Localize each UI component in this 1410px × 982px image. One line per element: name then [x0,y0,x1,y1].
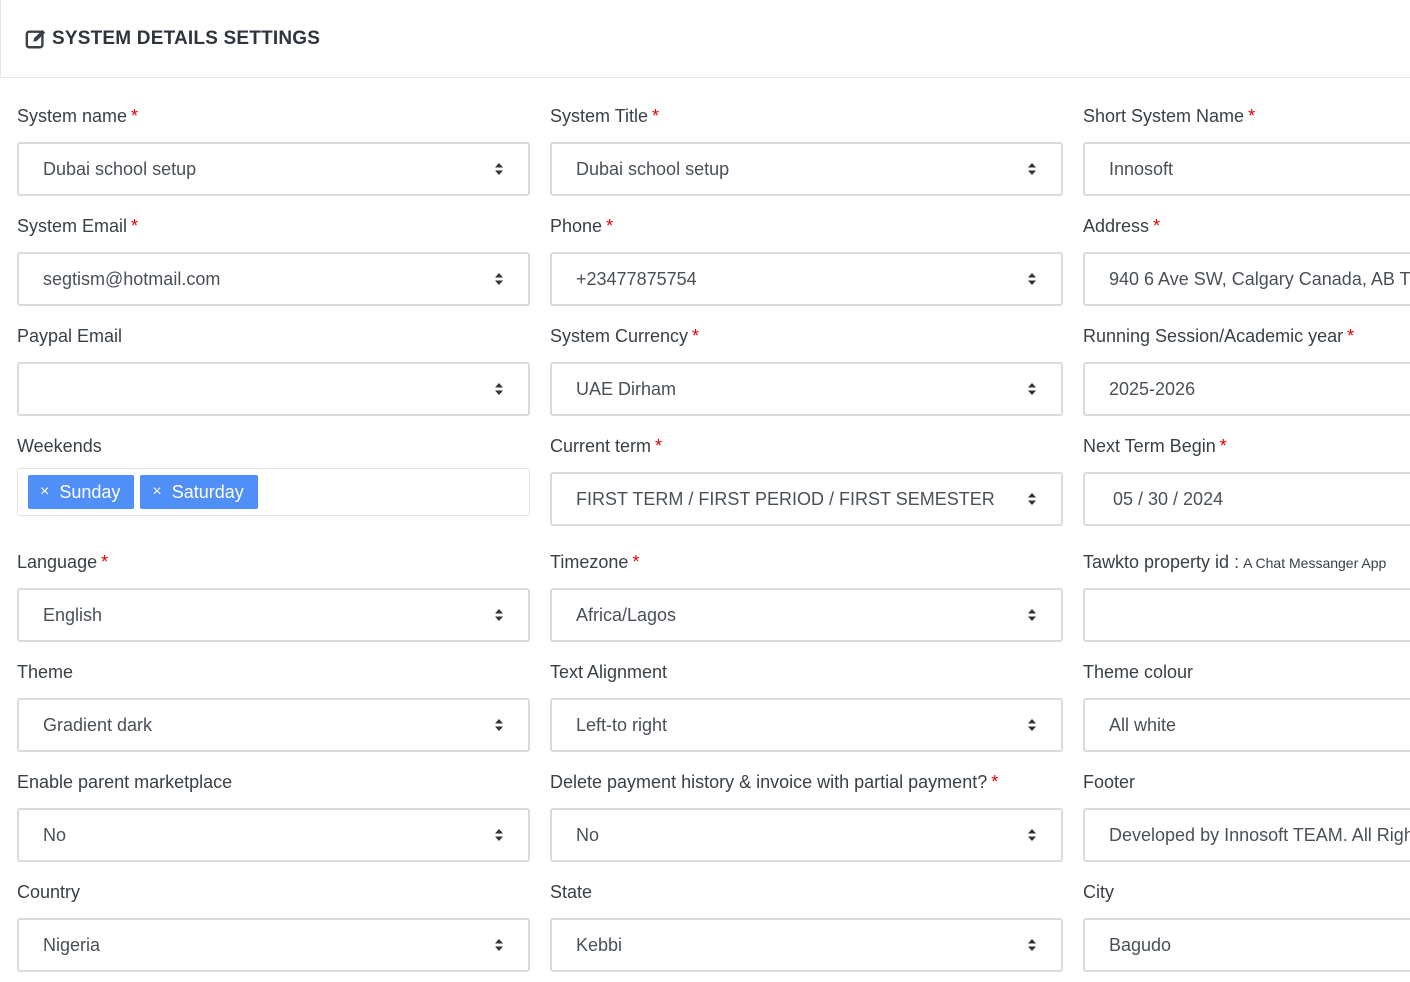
paypal-email-group: Paypal Email [17,324,530,416]
currency-select[interactable]: UAE Dirham [550,362,1063,416]
select-arrows-icon [495,609,503,621]
remove-tag-icon[interactable]: × [40,483,49,501]
timezone-label: Timezone * [550,552,640,572]
city-input[interactable]: Bagudo [1083,918,1410,972]
tawkto-label: Tawkto property id :A Chat Messanger App [1083,552,1387,572]
phone-group: Phone * +23477875754 [550,214,1063,306]
weekend-tag-sunday: × Sunday [28,475,135,509]
select-arrows-icon [495,829,503,841]
system-title-group: System Title * Dubai school setup [550,104,1063,196]
phone-label: Phone * [550,216,614,236]
parent-marketplace-label: Enable parent marketplace [17,772,233,792]
short-name-group: Short System Name * Innosoft [1083,104,1410,196]
page-title: SYSTEM DETAILS SETTINGS [52,27,321,49]
edit-icon [25,29,46,48]
state-label: State [550,882,593,902]
select-arrows-icon [495,939,503,951]
select-arrows-icon [495,273,503,285]
footer-input[interactable]: Developed by Innosoft TEAM. All Righ [1083,808,1410,862]
remove-tag-icon[interactable]: × [152,483,161,501]
theme-select[interactable]: Gradient dark [17,698,530,752]
select-arrows-icon [1028,383,1036,395]
select-arrows-icon [1028,163,1036,175]
paypal-email-label: Paypal Email [17,326,123,346]
system-email-group: System Email * segtism@hotmail.com [17,214,530,306]
country-group: Country Nigeria [17,880,530,972]
address-label: Address * [1083,216,1161,236]
timezone-select[interactable]: Africa/Lagos [550,588,1063,642]
parent-marketplace-select[interactable]: No [17,808,530,862]
footer-group: Footer Developed by Innosoft TEAM. All R… [1083,770,1410,862]
select-arrows-icon [1028,719,1036,731]
theme-group: Theme Gradient dark [17,660,530,752]
system-name-select[interactable]: Dubai school setup [17,142,530,196]
session-label: Running Session/Academic year * [1083,326,1355,346]
currency-label: System Currency * [550,326,700,346]
currency-group: System Currency * UAE Dirham [550,324,1063,416]
current-term-group: Current term * FIRST TERM / FIRST PERIOD … [550,434,1063,526]
session-input[interactable]: 2025-2026 [1083,362,1410,416]
language-select[interactable]: English [17,588,530,642]
next-term-date-input[interactable]: 05 / 30 / 2024 [1083,472,1410,526]
weekend-tag-saturday: × Saturday [140,475,258,509]
select-arrows-icon [495,719,503,731]
theme-colour-group: Theme colour All white [1083,660,1410,752]
text-alignment-label: Text Alignment [550,662,668,682]
tawkto-group: Tawkto property id :A Chat Messanger App [1083,550,1410,642]
parent-marketplace-group: Enable parent marketplace No [17,770,530,862]
language-label: Language * [17,552,109,572]
system-name-group: System name * Dubai school setup [17,104,530,196]
short-name-label: Short System Name * [1083,106,1256,126]
delete-payment-select[interactable]: No [550,808,1063,862]
state-select[interactable]: Kebbi [550,918,1063,972]
next-term-group: Next Term Begin * 05 / 30 / 2024 [1083,434,1410,526]
select-arrows-icon [1028,829,1036,841]
short-name-input[interactable]: Innosoft [1083,142,1410,196]
select-arrows-icon [1028,609,1036,621]
select-arrows-icon [1028,493,1036,505]
system-email-label: System Email * [17,216,139,236]
card-header: SYSTEM DETAILS SETTINGS [0,0,1410,78]
city-label: City [1083,882,1114,902]
delete-payment-group: Delete payment history & invoice with pa… [550,770,1063,862]
system-title-label: System Title * [550,106,660,126]
system-title-select[interactable]: Dubai school setup [550,142,1063,196]
country-label: Country [17,882,81,902]
current-term-label: Current term * [550,436,663,456]
phone-select[interactable]: +23477875754 [550,252,1063,306]
next-term-label: Next Term Begin * [1083,436,1227,456]
language-group: Language * English [17,550,530,642]
theme-colour-select[interactable]: All white [1083,698,1410,752]
address-group: Address * 940 6 Ave SW, Calgary Canada, A… [1083,214,1410,306]
system-email-select[interactable]: segtism@hotmail.com [17,252,530,306]
address-input[interactable]: 940 6 Ave SW, Calgary Canada, AB T2 [1083,252,1410,306]
country-select[interactable]: Nigeria [17,918,530,972]
weekends-group: Weekends × Sunday × Saturday [17,434,530,516]
timezone-group: Timezone * Africa/Lagos [550,550,1063,642]
weekends-label: Weekends [17,436,102,456]
weekends-multiselect[interactable]: × Sunday × Saturday [17,468,530,516]
state-group: State Kebbi [550,880,1063,972]
tawkto-hint: A Chat Messanger App [1243,555,1387,571]
paypal-email-select[interactable] [17,362,530,416]
text-alignment-select[interactable]: Left-to right [550,698,1063,752]
text-alignment-group: Text Alignment Left-to right [550,660,1063,752]
select-arrows-icon [1028,939,1036,951]
delete-payment-label: Delete payment history & invoice with pa… [550,772,999,792]
select-arrows-icon [495,383,503,395]
theme-label: Theme [17,662,74,682]
current-term-select[interactable]: FIRST TERM / FIRST PERIOD / FIRST SEMEST… [550,472,1063,526]
session-group: Running Session/Academic year * 2025-2026 [1083,324,1410,416]
system-name-label: System name * [17,106,139,126]
footer-label: Footer [1083,772,1136,792]
select-arrows-icon [1028,273,1036,285]
city-group: City Bagudo [1083,880,1410,972]
select-arrows-icon [495,163,503,175]
theme-colour-label: Theme colour [1083,662,1194,682]
tawkto-input[interactable] [1083,588,1410,642]
